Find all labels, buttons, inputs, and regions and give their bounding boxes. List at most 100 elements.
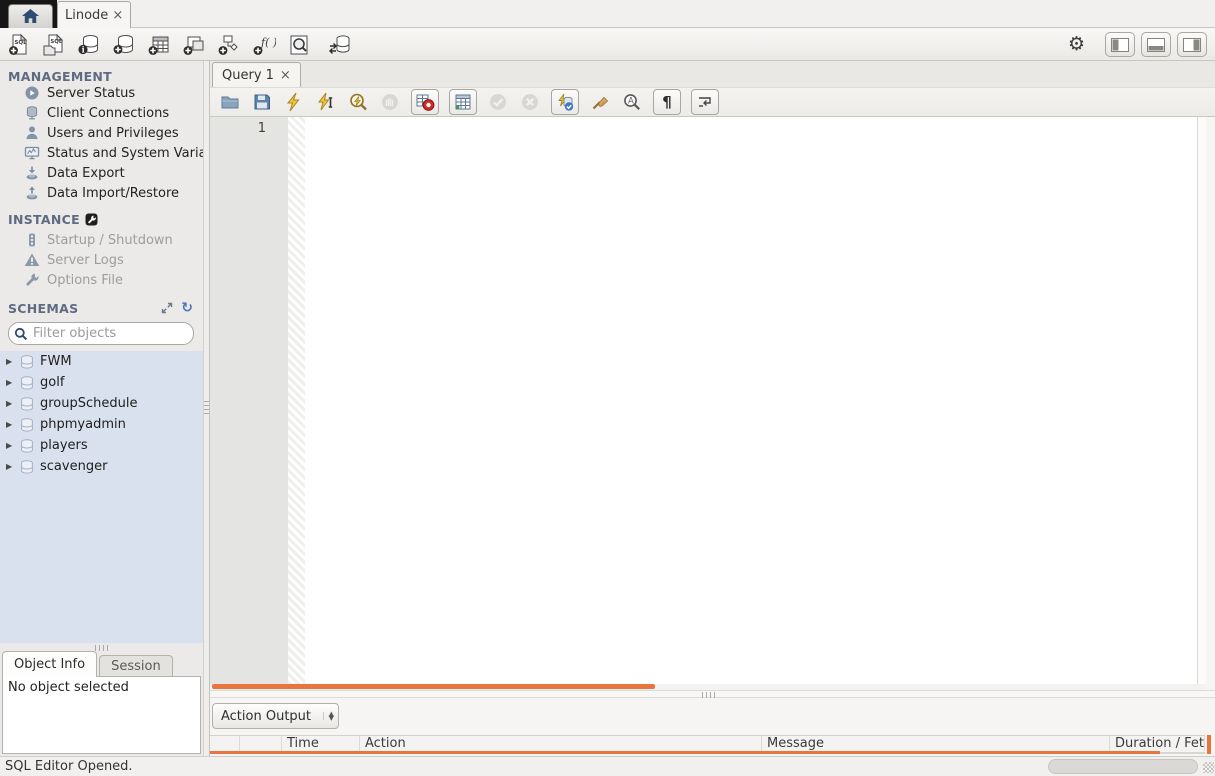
new-query-tab-button[interactable]: SQL	[6, 32, 32, 58]
schema-row-golf[interactable]: ▶ golf	[0, 372, 203, 393]
scrollbar-thumb[interactable]	[212, 684, 655, 689]
system-variables-icon	[24, 145, 40, 161]
commit-button[interactable]	[487, 91, 509, 113]
schema-row-phpmyadmin[interactable]: ▶ phpmyadmin	[0, 414, 203, 435]
svg-text:A: A	[628, 97, 634, 107]
sidebar-splitter[interactable]	[203, 61, 210, 756]
sidebar-item-server-logs[interactable]: Server Logs	[0, 250, 203, 270]
expander-icon[interactable]: ▶	[6, 420, 14, 429]
spinner-arrows-icon: ▲ ▼	[322, 710, 334, 722]
output-splitter[interactable]	[210, 690, 1215, 698]
editor-text-area[interactable]	[305, 117, 1197, 684]
limit-rows-button[interactable]	[449, 89, 477, 115]
close-icon[interactable]: ×	[278, 68, 291, 83]
schema-row-scavenger[interactable]: ▶ scavenger	[0, 456, 203, 477]
column-header-message[interactable]: Message	[762, 736, 1110, 751]
svg-text:SQL: SQL	[50, 39, 62, 45]
data-export-icon	[24, 165, 40, 181]
schema-row-fwm[interactable]: ▶ FWM	[0, 351, 203, 372]
editor-vertical-scrollbar[interactable]	[1197, 117, 1206, 684]
close-icon[interactable]: ×	[110, 8, 123, 23]
info-panel-tabs: Object Info Session	[2, 651, 173, 677]
sidebar-item-client-connections[interactable]: Client Connections	[0, 103, 203, 123]
new-routine-button[interactable]	[216, 32, 242, 58]
schema-filter[interactable]	[8, 322, 203, 345]
column-header-blank2[interactable]	[240, 736, 282, 751]
schema-filter-input[interactable]	[33, 326, 203, 341]
client-connections-icon	[24, 105, 40, 121]
toggle-right-panel-button[interactable]	[1177, 32, 1207, 57]
reconnect-dbms-button[interactable]	[327, 32, 353, 58]
status-bar: SQL Editor Opened.	[0, 756, 1215, 776]
expand-schemas-icon[interactable]	[161, 302, 173, 314]
execute-current-statement-button[interactable]	[315, 91, 337, 113]
output-header-accent-rest	[1160, 752, 1205, 754]
new-connection-button[interactable]	[111, 32, 137, 58]
tab-object-info[interactable]: Object Info	[2, 651, 98, 677]
toggle-left-panel-button[interactable]	[1105, 32, 1135, 57]
search-icon	[14, 327, 28, 341]
expander-icon[interactable]: ▶	[6, 399, 14, 408]
save-script-button[interactable]	[251, 91, 273, 113]
execute-button[interactable]	[283, 91, 305, 113]
data-import-icon	[24, 185, 40, 201]
output-horizontal-scrollbar[interactable]	[1048, 759, 1198, 774]
sidebar-item-data-import[interactable]: Data Import/Restore	[0, 183, 203, 203]
sql-editor[interactable]: 1	[210, 117, 1206, 684]
home-icon	[22, 9, 39, 24]
show-invisible-characters-button[interactable]: ¶	[653, 89, 681, 115]
tab-session[interactable]: Session	[99, 655, 173, 677]
inspect-database-button[interactable]: i	[76, 32, 102, 58]
connection-tab-label: Linode	[65, 7, 109, 23]
sidebar-item-users-privileges[interactable]: Users and Privileges	[0, 123, 203, 143]
toggle-bottom-panel-button[interactable]	[1141, 32, 1171, 57]
status-text: SQL Editor Opened.	[5, 759, 133, 774]
sidebar-item-system-variables[interactable]: Status and System Variables	[0, 143, 203, 163]
schema-row-groupschedule[interactable]: ▶ groupSchedule	[0, 393, 203, 414]
output-vertical-scrollbar[interactable]	[1207, 735, 1211, 754]
new-function-button[interactable]: f( )	[251, 32, 277, 58]
sidebar-item-server-status[interactable]: Server Status	[0, 83, 203, 103]
expander-icon[interactable]: ▶	[6, 441, 14, 450]
server-logs-icon	[24, 252, 40, 268]
column-header-duration-fetch[interactable]: Duration / Fetch	[1110, 736, 1205, 751]
sidebar: MANAGEMENT Server Status Client Connecti…	[0, 61, 203, 756]
toggle-stop-on-error-button[interactable]	[411, 89, 439, 115]
instance-section-title: INSTANCE	[8, 212, 98, 227]
open-sql-script-button[interactable]: SQL	[41, 32, 67, 58]
expander-icon[interactable]: ▶	[6, 462, 14, 471]
window-resize-grip[interactable]	[1203, 762, 1214, 773]
column-header-blank1[interactable]	[210, 736, 240, 751]
column-header-action[interactable]: Action	[360, 736, 762, 751]
svg-text:i: i	[82, 44, 85, 54]
output-selector[interactable]: Action Output ▲ ▼	[212, 703, 339, 729]
toggle-autocommit-button[interactable]	[551, 89, 579, 115]
refresh-schemas-icon[interactable]: ↻	[181, 301, 193, 315]
search-data-button[interactable]	[286, 32, 312, 58]
stop-query-button[interactable]	[379, 91, 401, 113]
home-tab[interactable]	[8, 4, 53, 28]
query-tab[interactable]: Query 1 ×	[212, 62, 301, 87]
sidebar-item-startup-shutdown[interactable]: Startup / Shutdown	[0, 230, 203, 250]
new-view-button[interactable]	[181, 32, 207, 58]
mysql-workbench-window: Linode × SQL SQL i f( ) ⚙ MANAGEMENT Ser…	[0, 0, 1215, 776]
object-info-text: No object selected	[8, 680, 129, 695]
svg-text:SQL: SQL	[14, 40, 27, 46]
svg-text:f( ): f( )	[260, 36, 276, 49]
new-table-button[interactable]	[146, 32, 172, 58]
beautify-button[interactable]	[589, 91, 611, 113]
column-header-time[interactable]: Time	[282, 736, 360, 751]
rollback-button[interactable]	[519, 91, 541, 113]
open-file-button[interactable]	[219, 91, 241, 113]
sidebar-item-data-export[interactable]: Data Export	[0, 163, 203, 183]
connection-tab[interactable]: Linode ×	[57, 1, 132, 28]
find-button[interactable]: A	[621, 91, 643, 113]
expander-icon[interactable]: ▶	[6, 378, 14, 387]
sidebar-item-options-file[interactable]: Options File	[0, 270, 203, 290]
admin-gear-icon[interactable]: ⚙	[1068, 35, 1085, 54]
expander-icon[interactable]: ▶	[6, 357, 14, 366]
toggle-wrap-button[interactable]	[691, 89, 719, 115]
explain-button[interactable]	[347, 91, 369, 113]
object-info-panel: No object selected	[2, 676, 201, 754]
schema-row-players[interactable]: ▶ players	[0, 435, 203, 456]
